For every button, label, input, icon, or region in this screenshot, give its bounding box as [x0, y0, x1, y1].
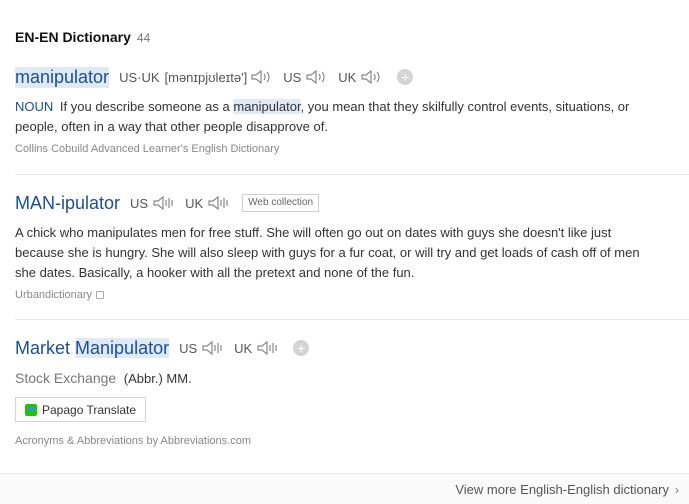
speaker-icon[interactable] [304, 68, 328, 86]
papago-icon [25, 403, 37, 416]
view-more-label: View more English-English dictionary [455, 482, 669, 497]
entry-source[interactable]: Collins Cobuild Advanced Learner's Engli… [15, 143, 689, 155]
entry-source[interactable]: Acronyms & Abbreviations by Abbreviation… [15, 435, 689, 447]
definition-highlight: manipulator [233, 99, 301, 114]
footer-bar: View more English-English dictionary › [0, 473, 689, 504]
category-label: Stock Exchange [15, 370, 117, 386]
entry-man-ipulator: MAN-ipulator US UK Web collection A chic… [15, 191, 689, 302]
uk-label: UK [185, 195, 204, 211]
us-label: US [179, 340, 198, 356]
speaker-icon[interactable] [200, 339, 224, 357]
entry-definition: NOUN If you describe someone as a manipu… [15, 97, 689, 137]
uk-label: UK [338, 69, 357, 85]
speaker-icon[interactable] [249, 68, 273, 86]
entry-source[interactable]: Urbandictionary [15, 289, 689, 301]
entry-word[interactable]: Market Manipulator [15, 337, 170, 359]
speaker-icon[interactable] [255, 339, 279, 357]
speaker-icon[interactable] [206, 194, 230, 212]
chevron-right-icon: › [675, 482, 679, 497]
us-uk-label: US·UK [119, 69, 160, 85]
entry-word[interactable]: manipulator [15, 66, 110, 88]
source-label: Urbandictionary [15, 289, 93, 301]
result-count: 44 [136, 31, 151, 45]
add-wordbook-icon[interactable]: + [397, 69, 414, 85]
definition-text: , you mean that they skilfully control e… [300, 99, 630, 114]
dictionary-header: EN-EN Dictionary 44 [15, 29, 150, 47]
entry-market-manipulator: Market Manipulator US UK + Stock Exchang… [15, 336, 689, 447]
definition-text: A chick who manipulates men for free stu… [15, 225, 612, 240]
add-wordbook-icon[interactable]: + [293, 340, 310, 356]
papago-label: Papago Translate [42, 402, 137, 417]
entry-word[interactable]: MAN-ipulator [15, 193, 120, 214]
uk-label: UK [234, 340, 253, 356]
ipa-text: [mənɪpjʊleɪtə'] [164, 69, 248, 85]
divider [15, 174, 689, 175]
entry-manipulator: manipulator US·UK [mənɪpjʊleɪtə'] US UK … [15, 65, 689, 155]
definition-text: people, often in a way that other people… [15, 119, 328, 134]
definition-text: she dates. Basically, a hooker with all … [15, 265, 415, 280]
definition-text: If you describe someone as a [59, 99, 230, 114]
speaker-icon[interactable] [151, 194, 175, 212]
part-of-speech: NOUN [15, 99, 54, 114]
speaker-icon[interactable] [359, 68, 383, 86]
papago-translate-button[interactable]: Papago Translate [15, 397, 147, 422]
entry-word-part: Market [15, 337, 71, 358]
web-collection-tag: Web collection [242, 194, 320, 212]
definition-text: (Abbr.) MM. [123, 371, 192, 386]
divider [15, 319, 689, 320]
dictionary-title: EN-EN Dictionary [15, 29, 131, 45]
us-label: US [283, 69, 302, 85]
view-more-link[interactable]: View more English-English dictionary › [455, 482, 679, 497]
external-link-icon[interactable] [96, 291, 105, 300]
entry-definition: A chick who manipulates men for free stu… [15, 223, 689, 283]
us-label: US [130, 195, 149, 211]
definition-text: because she is hungry. She will also sle… [15, 245, 640, 260]
entry-word-highlight: Manipulator [75, 337, 170, 358]
entry-definition: Stock Exchange (Abbr.) MM. [15, 368, 689, 389]
